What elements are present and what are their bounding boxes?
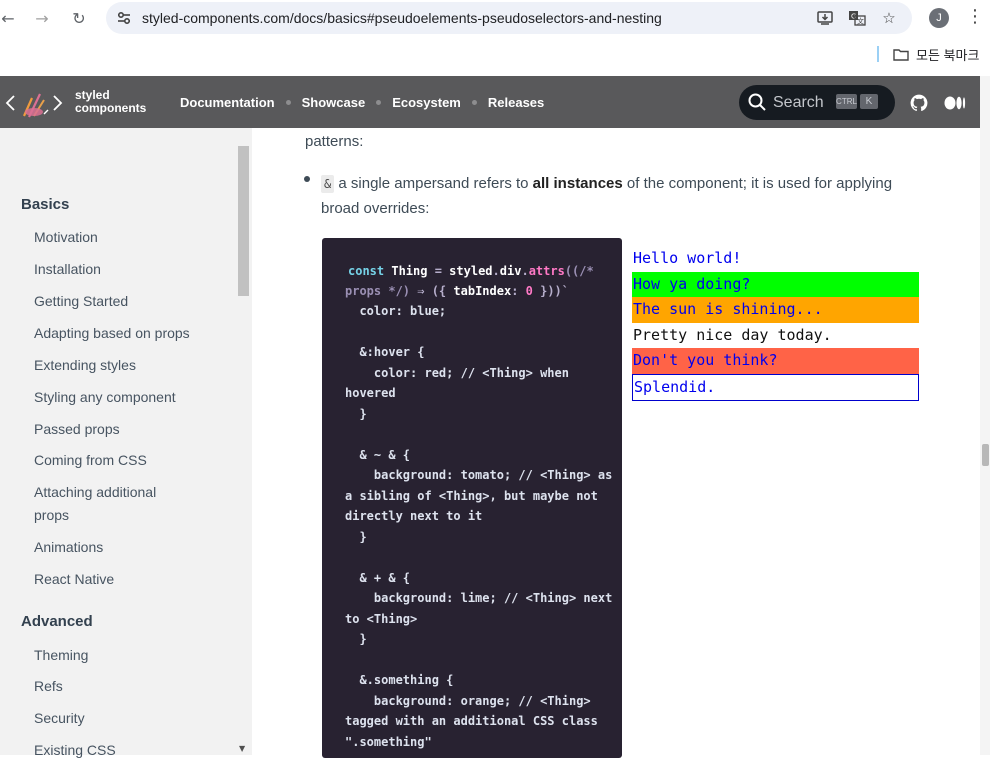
all-bookmarks[interactable]: 모든 북마크 — [893, 45, 979, 63]
forward-icon[interactable]: → — [30, 6, 54, 30]
nav-ecosystem[interactable]: Ecosystem — [392, 95, 461, 110]
sidebar-item-getting-started[interactable]: Getting Started — [34, 290, 224, 313]
bookmarks-divider — [877, 46, 879, 62]
code-line-2: props */) ⇒ ({ tabIndex: 0 }))` — [345, 284, 569, 298]
sidebar-item-attaching-props[interactable]: Attaching additional props — [34, 481, 194, 527]
nav-documentation[interactable]: Documentation — [180, 95, 275, 110]
browser-toolbar: ← → ↻ styled-components.com/docs/basics#… — [0, 0, 990, 76]
sidebar-scroll-down-icon[interactable]: ▼ — [239, 744, 245, 753]
sidebar-item-refs[interactable]: Refs — [34, 675, 224, 698]
search-button[interactable]: Search CTRL K — [739, 85, 895, 120]
code-body: color: blue; &:hover { color: red; // <T… — [345, 304, 613, 749]
preview-thing-4[interactable]: Don't you think? — [632, 348, 919, 374]
preview-thing-3[interactable]: The sun is shining... — [632, 297, 919, 323]
search-placeholder: Search — [773, 94, 824, 111]
code-line-1: const Thing = styled.div.attrs((/* — [348, 264, 594, 278]
description-text: a single ampersand refers to — [334, 175, 533, 192]
search-icon — [748, 93, 766, 111]
sidebar-item-installation[interactable]: Installation — [34, 258, 224, 281]
profile-avatar[interactable]: J — [929, 8, 949, 28]
github-icon[interactable] — [910, 94, 928, 112]
sidebar-item-security[interactable]: Security — [34, 707, 224, 730]
kbd-k: K — [860, 94, 878, 109]
sidebar-item-passed-props[interactable]: Passed props — [34, 418, 224, 441]
site-settings-icon[interactable] — [116, 10, 132, 26]
sidebar-item-extending-styles[interactable]: Extending styles — [34, 354, 224, 377]
sidebar-item-coming-from-css[interactable]: Coming from CSS — [34, 449, 224, 472]
inline-code-ampersand: & — [321, 175, 335, 193]
page-scrollbar[interactable] — [980, 76, 990, 755]
preview-thing-5[interactable]: Splendid. — [632, 373, 919, 401]
medium-icon[interactable] — [944, 94, 966, 112]
sidebar-item-animations[interactable]: Animations — [34, 536, 224, 559]
reload-icon[interactable]: ↻ — [67, 6, 91, 30]
preview-thing-2[interactable]: How ya doing? — [632, 271, 919, 298]
sidebar-item-existing-css[interactable]: Existing CSS — [34, 739, 224, 762]
docs-content: patterns: & a single ampersand refers to… — [252, 128, 980, 758]
star-icon[interactable]: ☆ — [879, 8, 899, 28]
code-editor[interactable]: const Thing = styled.div.attrs((/* props… — [322, 238, 622, 758]
sidebar-item-styling-any-component[interactable]: Styling any component — [34, 386, 224, 409]
nav-showcase[interactable]: Showcase — [302, 95, 366, 110]
styled-components-logo-icon[interactable] — [4, 84, 64, 120]
install-app-icon[interactable] — [815, 8, 835, 28]
main-nav: Documentation Showcase Ecosystem Release… — [180, 95, 544, 110]
address-bar[interactable]: styled-components.com/docs/basics#pseudo… — [106, 2, 912, 34]
nav-releases[interactable]: Releases — [488, 95, 544, 110]
nav-separator — [376, 100, 382, 105]
list-bullet — [304, 176, 310, 182]
nav-separator — [471, 100, 477, 105]
sidebar-scrollbar-thumb[interactable] — [238, 146, 249, 296]
sidebar-section-advanced[interactable]: Advanced — [21, 613, 93, 630]
sidebar-item-adapting-props[interactable]: Adapting based on props — [34, 322, 224, 345]
sidebar-item-motivation[interactable]: Motivation — [34, 226, 224, 249]
folder-icon — [893, 48, 909, 61]
back-icon[interactable]: ← — [0, 6, 20, 30]
sidebar-item-theming[interactable]: Theming — [34, 644, 224, 667]
svg-text:文: 文 — [857, 17, 864, 26]
translate-icon[interactable]: G文 — [847, 8, 867, 28]
nav-separator — [285, 100, 291, 105]
preview-thing-1[interactable]: Hello world! — [632, 246, 919, 272]
logo-wordmark[interactable]: styled components — [75, 89, 146, 115]
sidebar-item-react-native[interactable]: React Native — [34, 568, 224, 591]
menu-icon[interactable]: ⋮ — [966, 6, 984, 30]
ampersand-description: & a single ampersand refers to all insta… — [321, 171, 911, 221]
kbd-ctrl: CTRL — [836, 94, 857, 109]
live-preview: Hello world! How ya doing? The sun is sh… — [632, 246, 919, 401]
url-text: styled-components.com/docs/basics#pseudo… — [142, 10, 662, 26]
all-bookmarks-label: 모든 북마크 — [916, 47, 980, 63]
lead-text: patterns: — [305, 133, 364, 150]
description-bold: all instances — [532, 175, 623, 192]
site-header: styled components Documentation Showcase… — [0, 76, 980, 128]
page-scrollbar-thumb[interactable] — [982, 444, 989, 466]
logo-line2: components — [75, 101, 147, 115]
preview-plain-text: Pretty nice day today. — [633, 325, 832, 344]
sidebar-section-basics[interactable]: Basics — [21, 196, 69, 213]
